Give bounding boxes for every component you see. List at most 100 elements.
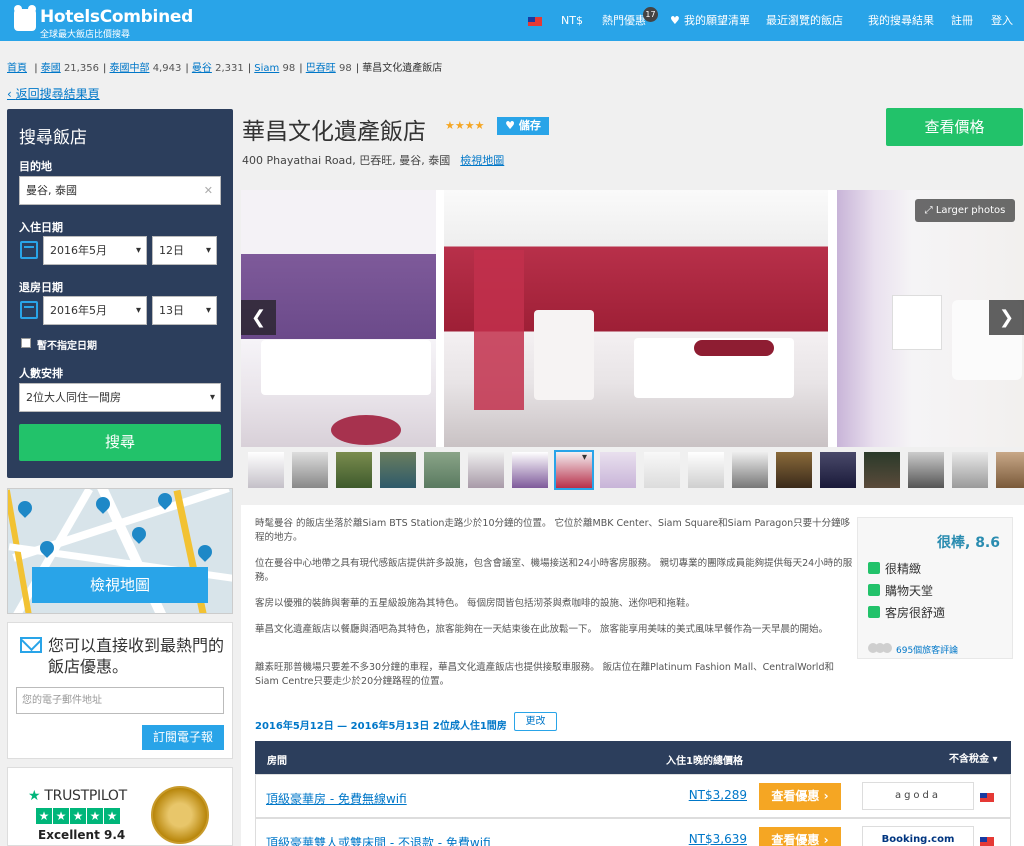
photo-thumbnail[interactable] — [248, 452, 284, 488]
photo-thumbnail[interactable] — [292, 452, 328, 488]
change-dates-button[interactable]: 更改 — [514, 712, 557, 731]
table-header: 房間 入住1晚的總價格 不含稅金 ▾ — [255, 741, 1011, 774]
room-price-link[interactable]: NT$3,289 — [687, 788, 747, 802]
brand-name: HotelsCombined — [40, 7, 193, 27]
rating-box: 很棒, 8.6 很精緻 購物天堂 客房很舒適 695個旅客評論 — [857, 517, 1013, 659]
photo-thumbnail[interactable] — [512, 452, 548, 488]
breadcrumb-pathum-wan[interactable]: 巴吞旺 — [306, 63, 336, 74]
deals-count-badge: 17 — [643, 7, 658, 22]
photo-thumbnail-selected[interactable] — [554, 450, 594, 490]
reviews-link[interactable]: 695個旅客評論 — [896, 643, 958, 656]
photo-thumbnail[interactable] — [688, 452, 724, 488]
photo-thumbnail[interactable] — [468, 452, 504, 488]
photo-thumbnail[interactable] — [600, 452, 636, 488]
search-button[interactable]: 搜尋 — [19, 424, 221, 461]
photo-thumbnail[interactable] — [864, 452, 900, 488]
chevron-right-icon: ❯ — [998, 307, 1015, 328]
checkout-calendar-icon[interactable] — [20, 301, 38, 319]
rating-highlight: 客房很舒適 — [868, 604, 945, 621]
nav-my-searches[interactable]: 我的搜尋結果 — [868, 0, 934, 41]
description-paragraph: 華昌文化遺產飯店以餐廳與酒吧為其特色，旅客能夠在一天結束後在此放鬆一下。 旅客能… — [255, 624, 829, 635]
reviewers-icon — [868, 643, 894, 655]
larger-photos-button[interactable]: ⤢ Larger photos — [915, 199, 1015, 222]
currency-selector[interactable]: NT$ — [561, 0, 583, 41]
nav-login[interactable]: 登入 — [991, 0, 1013, 41]
hotel-address: 400 Phayathai Road, 巴吞旺, 曼谷, 泰國 檢視地圖 — [242, 154, 505, 167]
nav-recently-viewed[interactable]: 最近瀏覽的飯店 — [766, 0, 843, 41]
map-preview[interactable]: 檢視地圖 — [7, 488, 233, 614]
rating-score: 很棒, 8.6 — [937, 535, 1000, 551]
guests-select[interactable]: 2位大人同住一間房 — [19, 383, 221, 412]
clear-icon[interactable]: ✕ — [204, 177, 213, 204]
partner-logo[interactable]: agoda — [862, 782, 974, 810]
email-field[interactable]: 您的電子郵件地址 — [16, 687, 224, 714]
view-map-button[interactable]: 檢視地圖 — [32, 567, 208, 603]
checkin-label: 入住日期 — [19, 221, 63, 234]
back-to-results-link[interactable]: ‹ 返回搜尋結果頁 — [7, 85, 100, 102]
photo-thumbnail[interactable] — [820, 452, 856, 488]
destination-label: 目的地 — [19, 160, 52, 173]
hotel-photo[interactable] — [444, 190, 828, 447]
room-name-link[interactable]: 頂級豪華房 - 免費無線wifi — [266, 790, 407, 807]
region-flag-icon[interactable] — [528, 0, 542, 41]
checkout-label: 退房日期 — [19, 281, 63, 294]
col-room: 房間 — [267, 756, 287, 767]
photo-thumbnail[interactable] — [644, 452, 680, 488]
checkin-calendar-icon[interactable] — [20, 241, 38, 259]
nav-wishlist[interactable]: 我的願望清單 — [684, 0, 750, 41]
room-name-link[interactable]: 頂級豪華雙人或雙床間 - 不退款 - 免費wifi — [266, 834, 491, 846]
subscribe-button[interactable]: 訂閱電子報 — [142, 725, 224, 750]
description-paragraph: 時髦曼谷 的飯店坐落於離Siam BTS Station走路少於10分鐘的位置。… — [255, 518, 851, 543]
trustpilot-logo[interactable]: ★ TRUSTPILOT — [28, 788, 127, 804]
partner-logo[interactable]: Booking.com — [862, 826, 974, 846]
destination-input[interactable]: 曼谷, 泰國 ✕ — [19, 176, 221, 205]
hotel-main: 華昌文化遺產飯店 ★★★★ ♥ 儲存 400 Phayathai Road, 巴… — [241, 100, 1024, 846]
checkout-day-select[interactable]: 13日 — [152, 296, 217, 325]
search-panel-title: 搜尋飯店 — [19, 128, 87, 148]
map-pin-icon — [195, 542, 215, 562]
breadcrumb-current: 華昌文化遺產飯店 — [362, 63, 443, 74]
breadcrumb-siam[interactable]: Siam — [254, 63, 279, 74]
table-row: 頂級豪華雙人或雙床間 - 不退款 - 免費wifi NT$3,639 查看優惠 … — [255, 818, 1011, 846]
photo-thumbnail[interactable] — [732, 452, 768, 488]
map-pin-icon — [15, 498, 35, 518]
no-date-label: 暫不指定日期 — [37, 341, 97, 352]
breadcrumb-home[interactable]: 首頁 — [7, 63, 27, 74]
booking-dates: 2016年5月12日 — 2016年5月13日 2位成人住1間房 — [255, 721, 507, 732]
checkin-day-select[interactable]: 12日 — [152, 236, 217, 265]
nav-hot-deals[interactable]: 熱門優惠 — [602, 0, 646, 41]
site-logo[interactable]: HotelsCombined 全球最大飯店比價搜尋 — [14, 5, 193, 40]
room-price-link[interactable]: NT$3,639 — [687, 832, 747, 846]
photo-thumbnail[interactable] — [952, 452, 988, 488]
photo-thumbnail[interactable] — [424, 452, 460, 488]
photo-thumbnail[interactable] — [776, 452, 812, 488]
checkin-month-select[interactable]: 2016年5月 — [43, 236, 147, 265]
view-deal-button[interactable]: 查看優惠 › — [759, 783, 841, 810]
save-button[interactable]: ♥ 儲存 — [497, 117, 549, 135]
description-paragraph: 位在曼谷中心地帶之具有現代感飯店提供許多設施，包含會議室、機場接送和24小時客房… — [255, 558, 853, 583]
view-prices-button[interactable]: 查看價格 — [886, 108, 1023, 146]
photo-thumbnail[interactable] — [996, 452, 1024, 488]
col-price: 入住1晚的總價格 — [666, 756, 743, 767]
breadcrumb-thailand[interactable]: 泰國 — [41, 63, 61, 74]
breadcrumb-bangkok[interactable]: 曼谷 — [192, 63, 212, 74]
checkout-month-select[interactable]: 2016年5月 — [43, 296, 147, 325]
view-deal-button[interactable]: 查看優惠 › — [759, 827, 841, 846]
thumbs-up-icon — [868, 584, 880, 596]
previous-photo-button[interactable]: ❮ — [241, 300, 276, 335]
brand-tagline: 全球最大飯店比價搜尋 — [40, 30, 131, 40]
tax-toggle[interactable]: 不含稅金 ▾ — [949, 750, 998, 765]
view-map-link[interactable]: 檢視地圖 — [460, 154, 504, 167]
rating-highlight: 購物天堂 — [868, 582, 933, 599]
photo-thumbnail[interactable] — [908, 452, 944, 488]
hotel-stars: ★★★★ — [445, 119, 485, 132]
search-panel: 搜尋飯店 目的地 曼谷, 泰國 ✕ 入住日期 2016年5月 12日 退房日期 … — [7, 109, 233, 478]
photo-thumbnail[interactable] — [380, 452, 416, 488]
thumbs-up-icon — [868, 562, 880, 574]
photo-gallery: ❮ ❯ ⤢ Larger photos — [241, 190, 1024, 447]
next-photo-button[interactable]: ❯ — [989, 300, 1024, 335]
breadcrumb-central-thailand[interactable]: 泰國中部 — [110, 63, 150, 74]
nav-register[interactable]: 註冊 — [951, 0, 973, 41]
photo-thumbnail[interactable] — [336, 452, 372, 488]
no-date-checkbox[interactable] — [21, 338, 31, 348]
